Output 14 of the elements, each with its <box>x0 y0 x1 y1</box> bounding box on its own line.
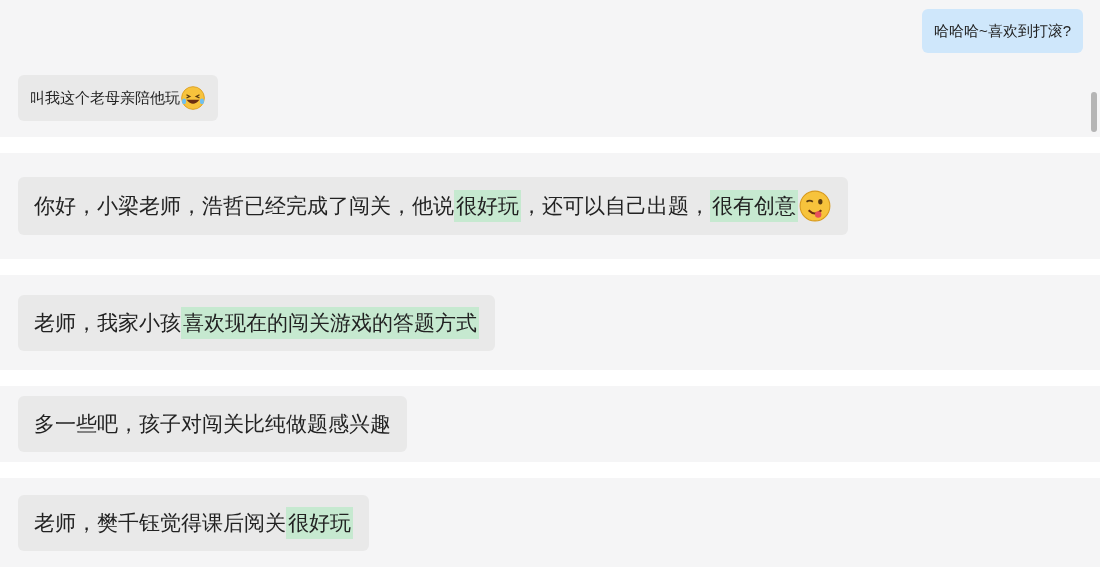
scrollbar[interactable] <box>1091 92 1097 132</box>
message-text: 多一些吧，孩子对闯关比纯做题感兴趣 <box>34 411 391 437</box>
highlighted-text: 很好玩 <box>454 190 521 222</box>
message-text: 你好，小梁老师，浩哲已经完成了闯关，他说 <box>34 193 454 219</box>
message-text: 哈哈哈~喜欢到打滚? <box>933 21 1071 41</box>
message-text: 老师，我家小孩 <box>34 309 181 336</box>
highlighted-text: 很有创意 <box>710 190 798 222</box>
message-text: ，还可以自己出题， <box>521 193 710 219</box>
highlighted-text: 喜欢现在的闯关游戏的答题方式 <box>181 306 479 339</box>
highlighted-text: 很好玩 <box>286 506 353 539</box>
laughing-emoji-icon <box>180 85 206 111</box>
winking-emoji-icon <box>798 189 832 223</box>
message-text: 叫我这个老母亲陪他玩 <box>30 88 180 108</box>
message-text: 老师，樊千钰觉得课后阅关 <box>34 509 286 536</box>
